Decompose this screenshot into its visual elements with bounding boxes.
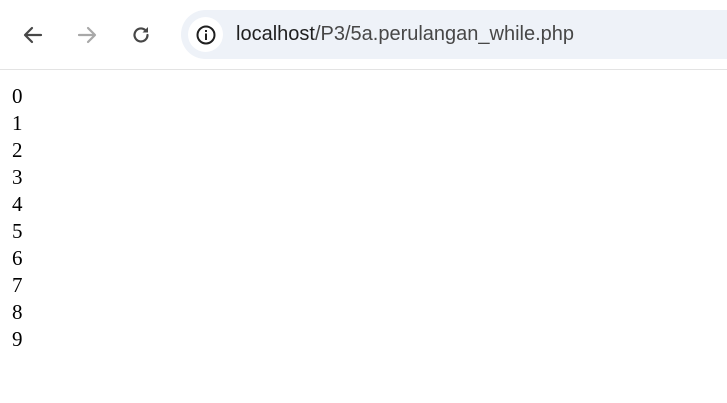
site-info-button[interactable] xyxy=(188,17,223,52)
arrow-left-icon xyxy=(23,26,43,44)
url-text[interactable]: localhost/P3/5a.perulangan_while.php xyxy=(236,10,574,59)
output-line: 4 xyxy=(12,192,23,216)
arrow-right-icon xyxy=(77,26,97,44)
output-line: 9 xyxy=(12,327,23,351)
output-line: 7 xyxy=(12,273,23,297)
output-line: 2 xyxy=(12,138,23,162)
reload-icon xyxy=(133,27,149,43)
url-path: /P3/5a.perulangan_while.php xyxy=(314,23,575,45)
page-output: 0 1 2 3 4 5 6 7 8 9 xyxy=(12,83,23,353)
output-line: 1 xyxy=(12,111,23,135)
address-bar[interactable]: localhost/P3/5a.perulangan_while.php xyxy=(181,10,727,59)
output-line: 8 xyxy=(12,300,23,324)
back-button[interactable] xyxy=(15,17,51,53)
output-line: 3 xyxy=(12,165,23,189)
info-icon xyxy=(196,25,215,44)
output-line: 5 xyxy=(12,219,23,243)
reload-button[interactable] xyxy=(123,17,159,53)
output-line: 0 xyxy=(12,84,23,108)
browser-toolbar: localhost/P3/5a.perulangan_while.php xyxy=(0,0,727,70)
url-host: localhost xyxy=(236,23,315,45)
forward-button[interactable] xyxy=(69,17,105,53)
output-line: 6 xyxy=(12,246,23,270)
